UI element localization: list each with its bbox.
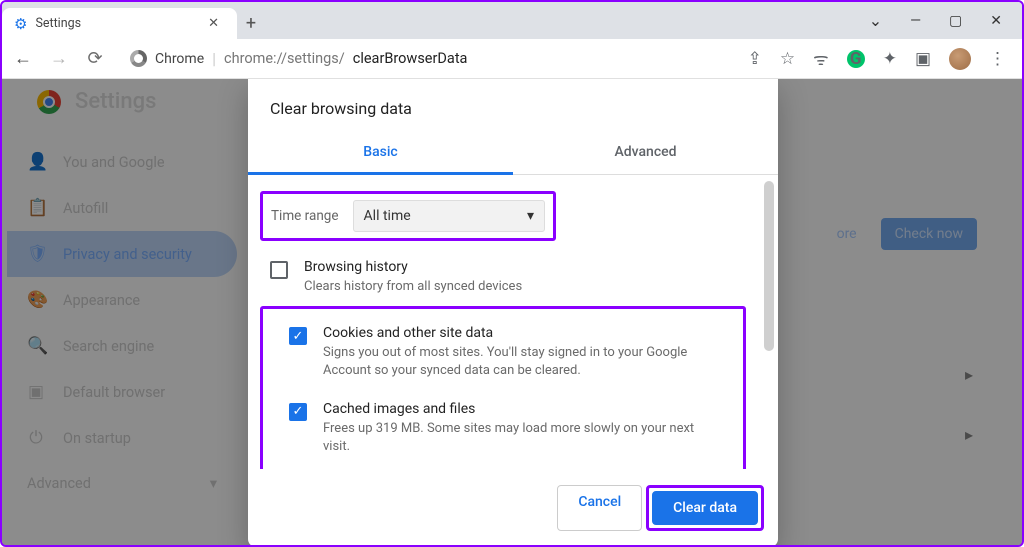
dialog-title: Clear browsing data <box>248 79 778 132</box>
scrollbar[interactable] <box>764 181 774 351</box>
toolbar: ← → ⟳ Chrome | chrome://settings/clearBr… <box>2 39 1022 79</box>
minimize-icon[interactable]: — <box>910 13 921 29</box>
tab-advanced[interactable]: Advanced <box>513 132 778 175</box>
url-scheme: Chrome <box>155 51 204 67</box>
close-tab-icon[interactable]: ✕ <box>208 16 219 31</box>
checkbox-cache[interactable]: ✓ <box>289 403 307 421</box>
new-tab-button[interactable]: + <box>237 8 265 39</box>
sidepanel-icon[interactable]: ▣ <box>915 49 931 69</box>
browser-window: ⚙ Settings ✕ + ⌄ — ▢ ✕ ← → ⟳ Chrome | ch… <box>0 0 1024 547</box>
extensions-icon[interactable]: ✦ <box>883 49 897 69</box>
time-range-select[interactable]: All time ▾ <box>353 200 545 232</box>
checkbox-cookies[interactable]: ✓ <box>289 327 307 345</box>
page: Settings 👤You and Google 📋Autofill 🛡Priv… <box>2 79 1022 545</box>
clear-data-dialog: Clear browsing data Basic Advanced Time … <box>248 79 778 545</box>
kebab-menu-icon[interactable]: ⋮ <box>989 49 1006 69</box>
maximize-icon[interactable]: ▢ <box>949 13 962 29</box>
share-icon[interactable]: ⇪ <box>748 49 762 69</box>
clear-data-highlight: Clear data <box>646 485 764 531</box>
gear-icon: ⚙ <box>14 15 27 33</box>
chrome-chip-icon <box>130 50 147 67</box>
checkbox-browsing-history[interactable] <box>270 261 288 279</box>
url-path-gray: chrome://settings/ <box>224 50 345 67</box>
dialog-footer: Cancel Clear data <box>248 469 778 545</box>
option-cookies[interactable]: ✓ Cookies and other site data Signs you … <box>267 315 739 390</box>
time-range-label: Time range <box>271 208 339 224</box>
url-path-dark: clearBrowserData <box>353 50 468 67</box>
reload-icon[interactable]: ⟳ <box>84 48 106 69</box>
bookmark-icon[interactable]: ☆ <box>780 49 795 69</box>
clear-data-button[interactable]: Clear data <box>652 491 758 525</box>
titlebar: ⚙ Settings ✕ + ⌄ — ▢ ✕ <box>2 2 1022 39</box>
highlighted-options: ✓ Cookies and other site data Signs you … <box>260 306 746 469</box>
dropdown-arrow-icon: ▾ <box>527 208 534 224</box>
profile-avatar[interactable] <box>949 48 971 70</box>
address-bar[interactable]: Chrome | chrome://settings/clearBrowserD… <box>120 49 734 68</box>
option-cache[interactable]: ✓ Cached images and files Frees up 319 M… <box>267 391 739 466</box>
cancel-button[interactable]: Cancel <box>557 485 642 531</box>
forward-icon[interactable]: → <box>48 48 70 69</box>
window-controls: ⌄ — ▢ ✕ <box>869 2 1022 39</box>
dialog-body: Time range All time ▾ Browsing history C… <box>248 175 778 469</box>
option-browsing-history[interactable]: Browsing history Clears history from all… <box>248 249 758 306</box>
tab-title: Settings <box>35 16 200 31</box>
toolbar-actions: ⇪ ☆ ᯤ G ✦ ▣ ⋮ <box>748 47 1012 70</box>
time-range-row: Time range All time ▾ <box>260 191 556 241</box>
tab-search-icon[interactable]: ⌄ <box>869 11 882 30</box>
browser-tab[interactable]: ⚙ Settings ✕ <box>2 8 237 39</box>
grammarly-icon[interactable]: G <box>847 50 865 68</box>
close-window-icon[interactable]: ✕ <box>990 13 1002 29</box>
dialog-tabs: Basic Advanced <box>248 132 778 175</box>
tab-basic[interactable]: Basic <box>248 132 513 175</box>
ext-icon-1[interactable]: ᯤ <box>813 47 829 70</box>
back-icon[interactable]: ← <box>12 48 34 69</box>
